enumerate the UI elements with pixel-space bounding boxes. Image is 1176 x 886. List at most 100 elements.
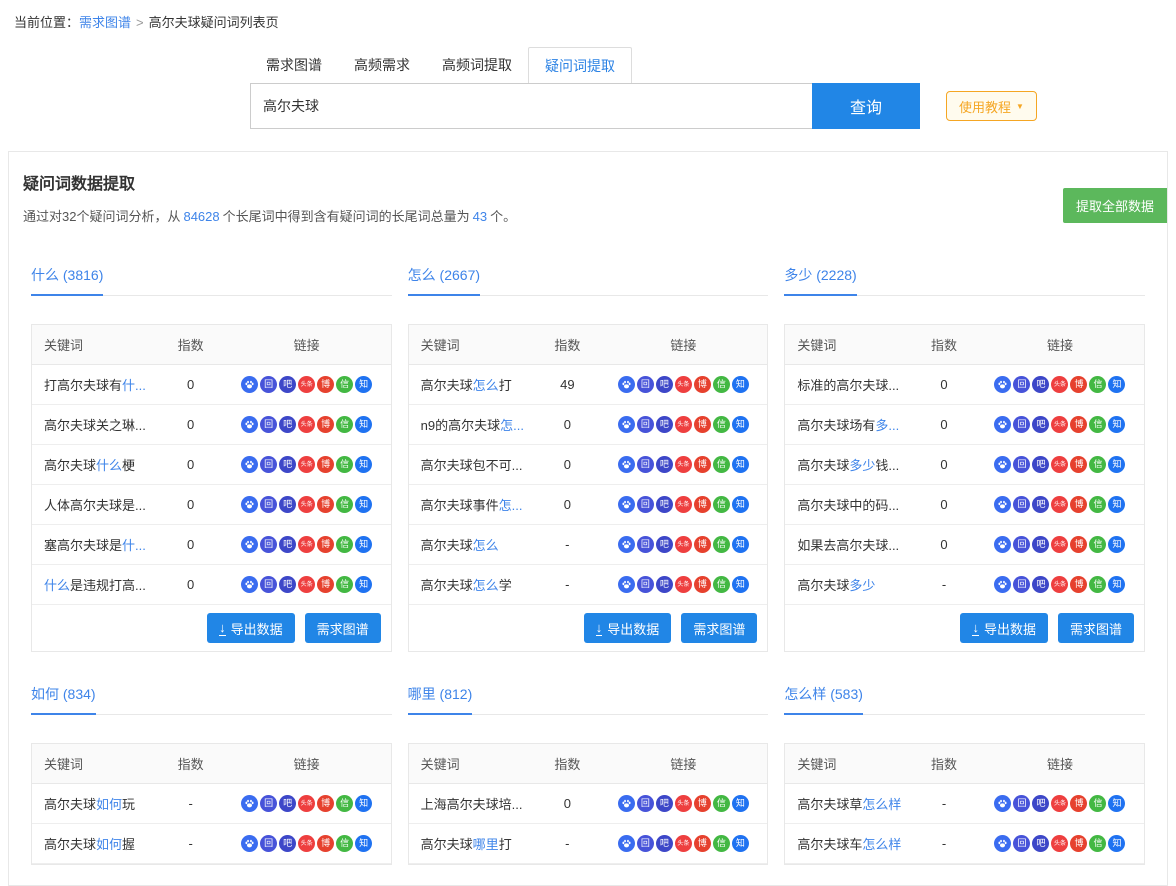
weibo-icon[interactable]: 博 — [317, 376, 334, 393]
weibo-icon[interactable]: 博 — [317, 456, 334, 473]
zhidao-icon[interactable]: 回 — [1013, 416, 1030, 433]
toutiao-icon[interactable]: 头条 — [675, 795, 692, 812]
wechat-icon[interactable]: 信 — [713, 496, 730, 513]
wechat-icon[interactable]: 信 — [1089, 536, 1106, 553]
baidu-icon[interactable] — [241, 835, 258, 852]
section-title-link[interactable]: 如何 (834) — [31, 684, 96, 715]
keyword-cell[interactable]: 高尔夫球草怎么样 — [785, 794, 912, 813]
wechat-icon[interactable]: 信 — [1089, 456, 1106, 473]
zhihu-icon[interactable]: 知 — [732, 456, 749, 473]
keyword-cell[interactable]: 高尔夫球多少 — [785, 575, 912, 594]
zhidao-icon[interactable]: 回 — [1013, 456, 1030, 473]
zhidao-icon[interactable]: 回 — [1013, 376, 1030, 393]
zhidao-icon[interactable]: 回 — [1013, 536, 1030, 553]
weibo-icon[interactable]: 博 — [317, 496, 334, 513]
tieba-icon[interactable]: 吧 — [279, 576, 296, 593]
keyword-cell[interactable]: 高尔夫球怎么学 — [409, 575, 536, 594]
toutiao-icon[interactable]: 头条 — [298, 376, 315, 393]
zhidao-icon[interactable]: 回 — [1013, 835, 1030, 852]
zhihu-icon[interactable]: 知 — [1108, 536, 1125, 553]
weibo-icon[interactable]: 博 — [694, 376, 711, 393]
weibo-icon[interactable]: 博 — [694, 456, 711, 473]
zhihu-icon[interactable]: 知 — [1108, 576, 1125, 593]
demand-map-button[interactable]: 需求图谱 — [681, 613, 757, 643]
baidu-icon[interactable] — [241, 795, 258, 812]
weibo-icon[interactable]: 博 — [317, 835, 334, 852]
toutiao-icon[interactable]: 头条 — [675, 376, 692, 393]
wechat-icon[interactable]: 信 — [1089, 795, 1106, 812]
zhihu-icon[interactable]: 知 — [732, 376, 749, 393]
wechat-icon[interactable]: 信 — [713, 376, 730, 393]
zhihu-icon[interactable]: 知 — [732, 536, 749, 553]
zhidao-icon[interactable]: 回 — [260, 835, 277, 852]
weibo-icon[interactable]: 博 — [694, 576, 711, 593]
toutiao-icon[interactable]: 头条 — [298, 496, 315, 513]
tieba-icon[interactable]: 吧 — [1032, 496, 1049, 513]
wechat-icon[interactable]: 信 — [336, 576, 353, 593]
zhihu-icon[interactable]: 知 — [732, 496, 749, 513]
zhihu-icon[interactable]: 知 — [732, 576, 749, 593]
tieba-icon[interactable]: 吧 — [656, 456, 673, 473]
weibo-icon[interactable]: 博 — [694, 835, 711, 852]
zhihu-icon[interactable]: 知 — [1108, 835, 1125, 852]
zhidao-icon[interactable]: 回 — [637, 456, 654, 473]
keyword-cell[interactable]: 什么是违规打高... — [32, 575, 159, 594]
keyword-cell[interactable]: 高尔夫球包不可... — [409, 455, 536, 474]
keyword-cell[interactable]: 标准的高尔夫球... — [785, 375, 912, 394]
tab-high-freq-demand[interactable]: 高频需求 — [338, 47, 426, 83]
tieba-icon[interactable]: 吧 — [1032, 536, 1049, 553]
wechat-icon[interactable]: 信 — [1089, 576, 1106, 593]
wechat-icon[interactable]: 信 — [713, 835, 730, 852]
wechat-icon[interactable]: 信 — [713, 416, 730, 433]
keyword-cell[interactable]: 高尔夫球多少钱... — [785, 455, 912, 474]
toutiao-icon[interactable]: 头条 — [298, 795, 315, 812]
keyword-cell[interactable]: 高尔夫球什么梗 — [32, 455, 159, 474]
tieba-icon[interactable]: 吧 — [1032, 416, 1049, 433]
total-longtail-count[interactable]: 84628 — [183, 209, 219, 224]
zhidao-icon[interactable]: 回 — [260, 376, 277, 393]
zhidao-icon[interactable]: 回 — [260, 416, 277, 433]
section-title-link[interactable]: 怎么样 (583) — [784, 684, 863, 715]
keyword-cell[interactable]: 打高尔夫球有什... — [32, 375, 159, 394]
toutiao-icon[interactable]: 头条 — [298, 835, 315, 852]
tab-high-freq-word-extract[interactable]: 高频词提取 — [426, 47, 528, 83]
section-title-link[interactable]: 什么 (3816) — [31, 265, 103, 296]
tieba-icon[interactable]: 吧 — [1032, 456, 1049, 473]
keyword-cell[interactable]: 高尔夫球如何玩 — [32, 794, 159, 813]
zhihu-icon[interactable]: 知 — [732, 795, 749, 812]
zhihu-icon[interactable]: 知 — [355, 835, 372, 852]
wechat-icon[interactable]: 信 — [713, 456, 730, 473]
baidu-icon[interactable] — [241, 576, 258, 593]
wechat-icon[interactable]: 信 — [336, 496, 353, 513]
tieba-icon[interactable]: 吧 — [1032, 835, 1049, 852]
weibo-icon[interactable]: 博 — [317, 416, 334, 433]
zhidao-icon[interactable]: 回 — [260, 795, 277, 812]
wechat-icon[interactable]: 信 — [336, 795, 353, 812]
tab-question-word-extract[interactable]: 疑问词提取 — [528, 47, 632, 84]
toutiao-icon[interactable]: 头条 — [675, 576, 692, 593]
keyword-cell[interactable]: 高尔夫球场有多... — [785, 415, 912, 434]
zhihu-icon[interactable]: 知 — [732, 416, 749, 433]
tutorial-button[interactable]: 使用教程 ▼ — [946, 91, 1037, 121]
zhidao-icon[interactable]: 回 — [260, 576, 277, 593]
weibo-icon[interactable]: 博 — [1070, 835, 1087, 852]
zhihu-icon[interactable]: 知 — [355, 416, 372, 433]
weibo-icon[interactable]: 博 — [694, 795, 711, 812]
wechat-icon[interactable]: 信 — [713, 536, 730, 553]
toutiao-icon[interactable]: 头条 — [298, 576, 315, 593]
tieba-icon[interactable]: 吧 — [656, 376, 673, 393]
section-title-link[interactable]: 怎么 (2667) — [408, 265, 480, 296]
tieba-icon[interactable]: 吧 — [279, 456, 296, 473]
tieba-icon[interactable]: 吧 — [279, 416, 296, 433]
baidu-icon[interactable] — [241, 496, 258, 513]
toutiao-icon[interactable]: 头条 — [298, 416, 315, 433]
zhihu-icon[interactable]: 知 — [1108, 416, 1125, 433]
baidu-icon[interactable] — [994, 416, 1011, 433]
zhidao-icon[interactable]: 回 — [637, 496, 654, 513]
weibo-icon[interactable]: 博 — [1070, 576, 1087, 593]
zhihu-icon[interactable]: 知 — [1108, 496, 1125, 513]
baidu-icon[interactable] — [618, 456, 635, 473]
tieba-icon[interactable]: 吧 — [279, 376, 296, 393]
zhidao-icon[interactable]: 回 — [637, 376, 654, 393]
toutiao-icon[interactable]: 头条 — [298, 536, 315, 553]
